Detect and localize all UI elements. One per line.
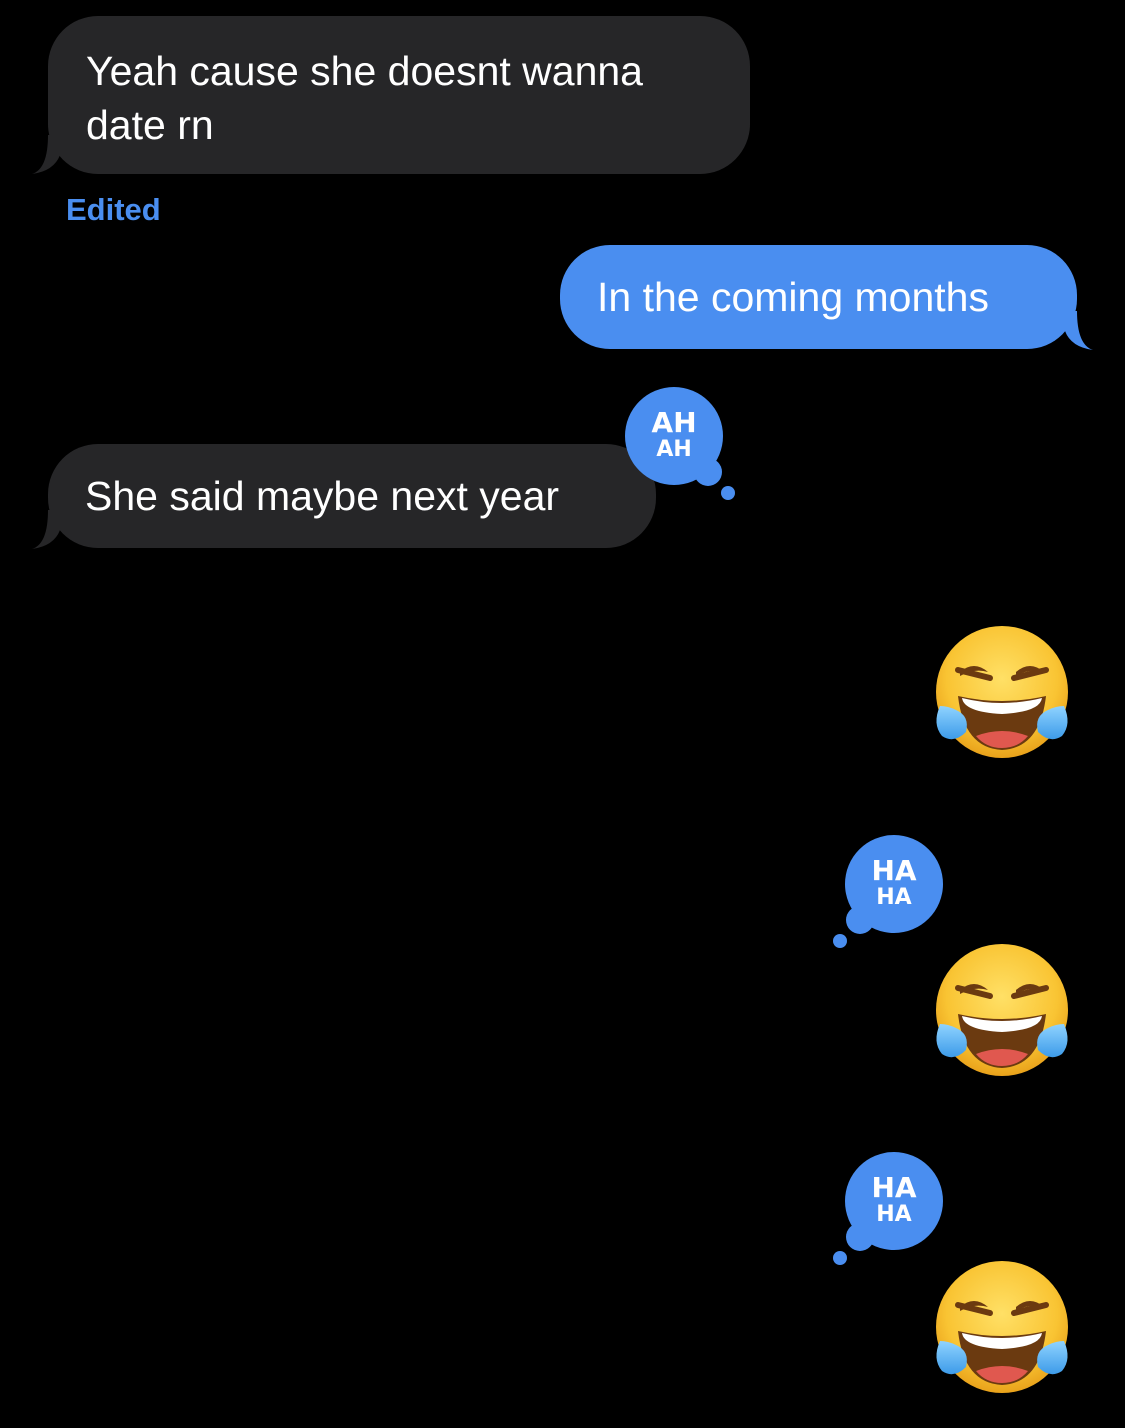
face-with-tears-of-joy-icon[interactable]: [930, 620, 1074, 764]
face-with-tears-of-joy-icon[interactable]: [930, 1255, 1074, 1399]
incoming-bubble-tail: [32, 135, 60, 174]
incoming-bubble-tail: [32, 510, 60, 549]
incoming-message-bubble[interactable]: She said maybe next year: [48, 444, 656, 548]
outgoing-bubble-tail: [1065, 311, 1093, 350]
message-text-line: date rn: [86, 102, 214, 148]
outgoing-message-bubble[interactable]: In the coming months: [560, 245, 1077, 349]
message-thread: Yeah cause she doesnt wanna date rn Edit…: [0, 0, 1125, 1428]
message-text-line: Yeah cause she doesnt wanna: [86, 48, 643, 94]
message-text: She said maybe next year: [85, 473, 560, 519]
edited-status-label[interactable]: Edited: [66, 192, 161, 228]
haha-reaction-icon[interactable]: [620, 380, 740, 500]
incoming-message-bubble[interactable]: Yeah cause she doesnt wanna date rn: [48, 16, 750, 174]
haha-reaction-icon[interactable]: [828, 828, 948, 948]
message-text: In the coming months: [597, 274, 989, 320]
face-with-tears-of-joy-icon[interactable]: [930, 938, 1074, 1082]
haha-reaction-icon[interactable]: [828, 1145, 948, 1265]
